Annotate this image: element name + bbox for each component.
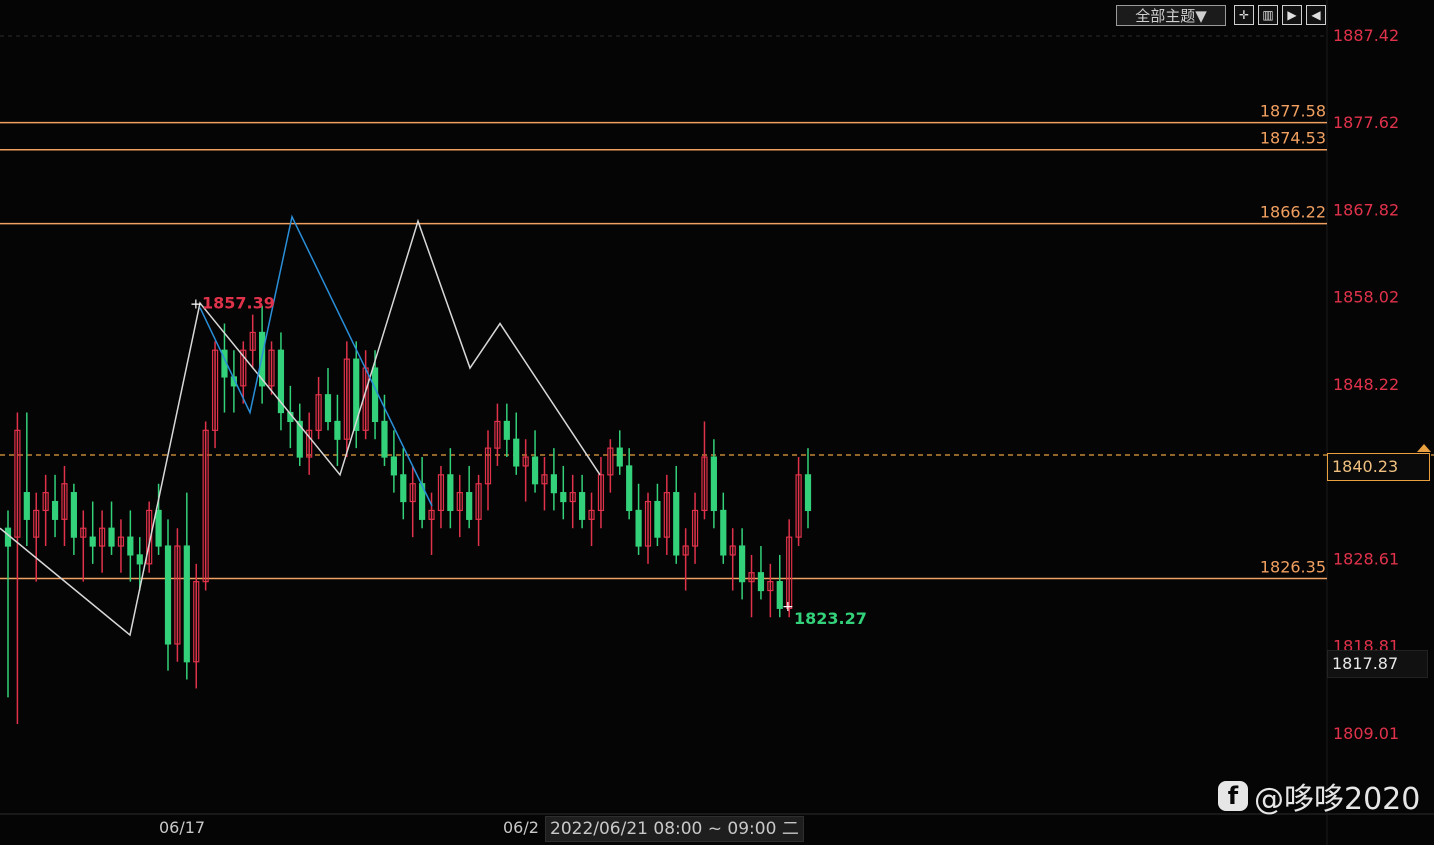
y-tick-label: 1887.42 xyxy=(1333,26,1399,45)
y-tick-label: 1809.01 xyxy=(1333,724,1399,743)
low-label: 1823.27 xyxy=(794,609,867,628)
current-price-box: 1840.23 xyxy=(1327,453,1430,481)
candle-body xyxy=(127,536,134,556)
candle-body xyxy=(635,509,642,547)
date-label-062: 06/2 xyxy=(503,818,539,837)
annotations: 1857.39+1823.27+ xyxy=(190,293,1431,628)
candle-body xyxy=(324,394,332,423)
candle-body xyxy=(381,420,388,458)
candle-body xyxy=(654,500,661,538)
candle-body xyxy=(334,420,341,440)
candle-body xyxy=(739,545,746,583)
candle-body xyxy=(390,456,397,476)
level-label: 1877.58 xyxy=(1260,102,1326,121)
date-label-0617: 06/17 xyxy=(159,818,206,837)
time-tooltip: 2022/06/21 08:00 ~ 09:00 二 xyxy=(545,816,804,842)
candle-body xyxy=(560,492,567,503)
candle-body xyxy=(183,545,190,663)
candlestick-chart: 1877.58 1874.53 1866.22 1826.35 1887.42 1877… xyxy=(0,0,1434,845)
candle-body xyxy=(804,474,812,512)
candle-body xyxy=(710,456,717,512)
candle-body xyxy=(531,456,539,485)
candle-body xyxy=(503,420,510,440)
zigzag-lines xyxy=(0,214,601,637)
current-price-arrow-icon xyxy=(1417,443,1431,452)
candle-body xyxy=(447,474,454,512)
high-marker: + xyxy=(190,296,202,312)
candle-body xyxy=(466,492,473,520)
candle-body xyxy=(579,492,586,520)
y-tick-label: 1828.61 xyxy=(1333,549,1399,568)
level-label: 1874.53 xyxy=(1260,129,1326,148)
y-tick-label: 1877.62 xyxy=(1333,113,1399,132)
y-axis: 1887.42 1877.62 1867.82 1858.02 1848.22 1828.… xyxy=(1333,26,1399,743)
candle-body xyxy=(400,474,407,503)
candle-body xyxy=(155,509,162,547)
zigzag-blue xyxy=(199,214,433,507)
candle-body xyxy=(550,474,557,494)
high-label: 1857.39 xyxy=(202,293,275,312)
y-tick-label: 1858.02 xyxy=(1333,288,1399,307)
back-icon[interactable]: ◀ xyxy=(1306,5,1326,25)
candle-body xyxy=(51,500,59,520)
watermark-logo-icon: f xyxy=(1218,781,1248,811)
candle-body xyxy=(371,367,379,423)
level-label: 1826.35 xyxy=(1260,558,1326,577)
play-icon[interactable]: ▶ xyxy=(1282,5,1302,25)
candle-body xyxy=(616,447,623,467)
candles xyxy=(4,305,812,725)
chart-stage: 1877.58 1874.53 1866.22 1826.35 1887.42 1877… xyxy=(0,0,1434,845)
candle-body xyxy=(164,545,172,645)
low-marker: + xyxy=(782,599,794,615)
theme-dropdown[interactable]: 全部主题▼ xyxy=(1116,5,1226,26)
y-tick-label: 1848.22 xyxy=(1333,375,1399,394)
y-tick-label: 1867.82 xyxy=(1333,200,1399,219)
candle-body xyxy=(70,492,77,538)
crosshair-icon[interactable]: ✛ xyxy=(1234,5,1254,25)
candle-body xyxy=(108,527,115,547)
bar-chart-icon[interactable]: ▥ xyxy=(1258,5,1278,25)
candle-body xyxy=(513,438,520,467)
candle-body xyxy=(757,572,765,592)
level-label: 1866.22 xyxy=(1260,203,1326,222)
watermark-text: @哆哆2020 xyxy=(1254,782,1421,817)
candle-body xyxy=(673,492,680,556)
candle-body xyxy=(23,492,30,520)
hover-price-box: 1817.87 xyxy=(1327,650,1428,678)
candle-body xyxy=(89,536,96,547)
watermark: f @哆哆2020 xyxy=(1218,774,1420,818)
candle-body xyxy=(626,465,633,512)
candle-body xyxy=(136,554,143,565)
candle-body xyxy=(720,509,727,556)
